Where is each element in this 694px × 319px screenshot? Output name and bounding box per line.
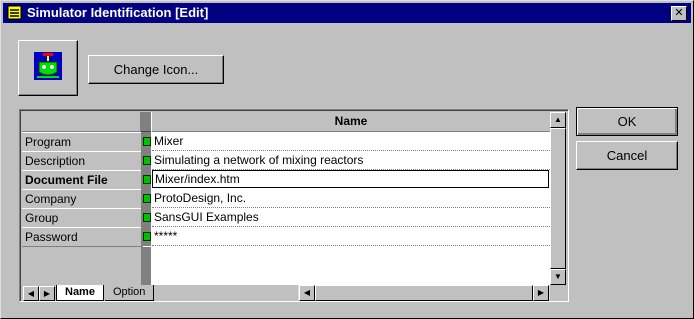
company-field[interactable]: ProtoDesign, Inc. xyxy=(152,189,550,208)
grid-empty-marker-column xyxy=(141,247,151,285)
row-marker xyxy=(141,208,151,227)
grid-body: Name Program Mixer Description Simulatin… xyxy=(22,112,550,285)
grid-row-password[interactable]: Password ***** xyxy=(22,227,550,247)
group-field[interactable]: SansGUI Examples xyxy=(152,208,550,227)
green-led-icon xyxy=(143,156,151,165)
change-icon-label: Change Icon... xyxy=(113,62,199,77)
row-label: Password xyxy=(22,227,143,247)
row-marker xyxy=(141,227,151,246)
cancel-button[interactable]: Cancel xyxy=(576,141,678,170)
green-led-icon xyxy=(143,137,151,146)
grid-row-document-file[interactable]: Document File Mixer/index.htm xyxy=(22,170,550,190)
green-led-icon xyxy=(143,175,151,184)
tab-option[interactable]: Option xyxy=(105,285,155,301)
grid-empty-label-column xyxy=(22,247,142,285)
row-label: Company xyxy=(22,189,143,209)
grid-row-company[interactable]: Company ProtoDesign, Inc. xyxy=(22,189,550,209)
vertical-scrollbar[interactable]: ▲ ▼ xyxy=(550,112,566,285)
simulator-icon-button[interactable] xyxy=(18,40,78,96)
grid-row-description[interactable]: Description Simulating a network of mixi… xyxy=(22,151,550,171)
row-marker xyxy=(141,189,151,208)
ok-label: OK xyxy=(617,114,637,129)
scroll-up-icon[interactable]: ▲ xyxy=(550,112,566,128)
database-icon xyxy=(7,5,22,20)
green-led-icon xyxy=(143,213,151,222)
close-button[interactable]: ✕ xyxy=(671,6,687,21)
property-grid: Name Program Mixer Description Simulatin… xyxy=(19,109,569,302)
grid-row-program[interactable]: Program Mixer xyxy=(22,132,550,152)
row-label: Program xyxy=(22,132,143,152)
tab-scroll-right-icon[interactable]: ▶ xyxy=(39,286,55,301)
window-title: Simulator Identification [Edit] xyxy=(27,5,209,20)
tab-name[interactable]: Name xyxy=(56,285,104,301)
password-field[interactable]: ***** xyxy=(152,227,550,246)
green-led-icon xyxy=(143,194,151,203)
row-marker xyxy=(141,132,151,151)
row-label: Document File xyxy=(22,170,143,190)
program-field[interactable]: Mixer xyxy=(152,132,550,151)
scroll-right-icon[interactable]: ▶ xyxy=(533,285,549,301)
row-label: Description xyxy=(22,151,143,171)
scroll-down-icon[interactable]: ▼ xyxy=(550,269,566,285)
sheet-tab-bar: ◀ ▶ Name Option ◀ ▶ xyxy=(22,285,566,301)
green-led-icon xyxy=(143,232,151,241)
horizontal-scrollbar[interactable]: ◀ ▶ xyxy=(298,285,550,301)
document-file-field[interactable]: Mixer/index.htm xyxy=(152,170,549,188)
close-icon: ✕ xyxy=(674,7,684,19)
title-bar[interactable]: Simulator Identification [Edit] ✕ xyxy=(3,3,691,23)
vertical-scroll-thumb[interactable] xyxy=(550,128,566,269)
grid-marker-header xyxy=(141,112,151,132)
row-marker xyxy=(141,151,151,170)
cancel-label: Cancel xyxy=(606,148,648,163)
row-marker xyxy=(141,170,151,189)
ok-button[interactable]: OK xyxy=(576,107,678,136)
horizontal-scroll-thumb[interactable] xyxy=(315,285,533,301)
scroll-left-icon[interactable]: ◀ xyxy=(299,285,315,301)
change-icon-button[interactable]: Change Icon... xyxy=(88,55,224,84)
dialog-window: Simulator Identification [Edit] ✕ Change… xyxy=(0,0,694,319)
grid-corner-header xyxy=(22,112,141,132)
description-field[interactable]: Simulating a network of mixing reactors xyxy=(152,151,550,170)
grid-row-group[interactable]: Group SansGUI Examples xyxy=(22,208,550,228)
mixing-reactor-icon xyxy=(34,52,62,80)
tab-scroll-left-icon[interactable]: ◀ xyxy=(23,286,39,301)
column-header-name[interactable]: Name xyxy=(152,112,550,132)
row-label: Group xyxy=(22,208,143,228)
